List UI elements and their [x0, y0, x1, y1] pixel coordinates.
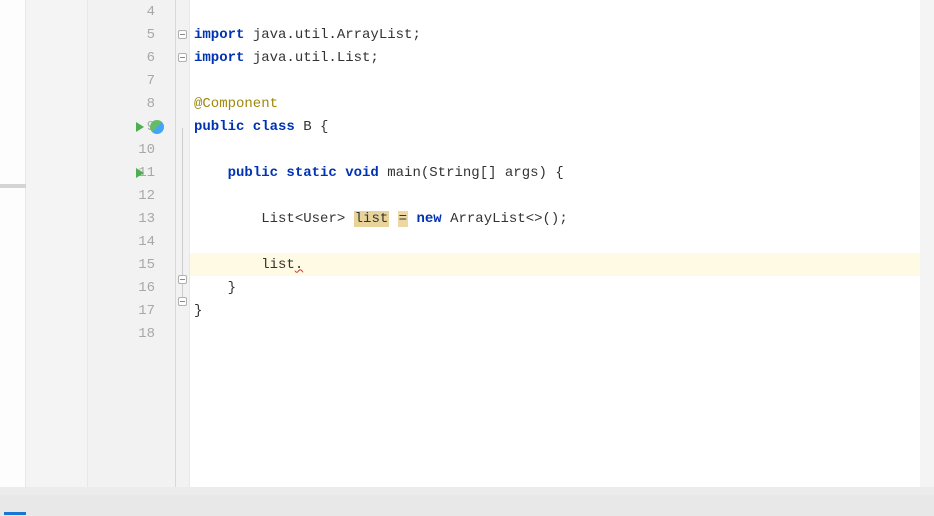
code-line-18[interactable]	[190, 322, 920, 345]
code-token: public static void	[228, 165, 388, 181]
fold-collapse-icon[interactable]	[178, 275, 187, 284]
run-main-icon[interactable]	[136, 168, 144, 178]
line-number: 13	[133, 211, 155, 227]
code-token: ArrayList	[450, 211, 526, 227]
code-token: =	[398, 211, 408, 227]
code-line-15-current[interactable]: list.	[190, 253, 920, 276]
code-token: []	[480, 165, 505, 181]
line-number: 12	[133, 188, 155, 204]
code-token: @Component	[194, 96, 278, 112]
code-line-16[interactable]: }	[190, 276, 920, 299]
line-number: 15	[133, 257, 155, 273]
code-line-4[interactable]	[190, 0, 920, 23]
code-token: User	[303, 211, 337, 227]
code-token: (	[421, 165, 429, 181]
code-token: <	[295, 211, 303, 227]
code-token: java.util.List;	[253, 50, 379, 66]
code-token: public class	[194, 119, 303, 135]
status-bar	[0, 494, 934, 516]
progress-indicator	[4, 512, 26, 515]
code-line-13[interactable]: List<User> list = new ArrayList<>();	[190, 207, 920, 230]
code-token: >	[337, 211, 354, 227]
code-token: <>();	[526, 211, 568, 227]
line-number: 16	[133, 280, 155, 296]
code-token: String	[429, 165, 479, 181]
code-line-10[interactable]	[190, 138, 920, 161]
code-line-7[interactable]	[190, 69, 920, 92]
code-token: java.util.ArrayList;	[253, 27, 421, 43]
code-token: }	[194, 303, 202, 319]
fold-area	[176, 0, 190, 494]
code-token: B	[303, 119, 320, 135]
fold-collapse-icon[interactable]	[178, 53, 187, 62]
code-area[interactable]: import java.util.ArrayList; import java.…	[190, 0, 920, 494]
run-class-icon[interactable]	[136, 122, 144, 132]
line-number: 14	[133, 234, 155, 250]
line-number: 4	[133, 4, 155, 20]
code-token: args	[505, 165, 539, 181]
code-editor[interactable]: 4 5 6 7 8 9 10 11 12 13 14 15 16 17 18 i…	[0, 0, 934, 494]
code-line-14[interactable]	[190, 230, 920, 253]
code-token: .	[295, 257, 303, 273]
code-token: }	[194, 280, 236, 296]
line-number: 6	[133, 50, 155, 66]
code-token	[408, 211, 416, 227]
code-token: list	[194, 257, 295, 273]
fold-collapse-icon[interactable]	[178, 297, 187, 306]
left-ruler	[0, 0, 26, 494]
component-class-icon[interactable]	[150, 120, 164, 134]
code-token: import	[194, 50, 253, 66]
line-number: 5	[133, 27, 155, 43]
code-token: import	[194, 27, 253, 43]
code-token: list	[354, 211, 390, 227]
code-line-5[interactable]: import java.util.ArrayList;	[190, 23, 920, 46]
ruler-marker	[0, 184, 26, 188]
line-number: 7	[133, 73, 155, 89]
code-line-8[interactable]: @Component	[190, 92, 920, 115]
horizontal-scrollbar[interactable]	[0, 487, 934, 495]
code-line-11[interactable]: public static void main(String[] args) {	[190, 161, 920, 184]
code-token: List	[261, 211, 295, 227]
line-number: 17	[133, 303, 155, 319]
code-line-17[interactable]: }	[190, 299, 920, 322]
code-token: main	[387, 165, 421, 181]
code-token: new	[416, 211, 450, 227]
fold-collapse-icon[interactable]	[178, 30, 187, 39]
code-token: ) {	[539, 165, 564, 181]
gutter: 4 5 6 7 8 9 10 11 12 13 14 15 16 17 18	[88, 0, 176, 494]
code-token	[389, 211, 397, 227]
code-line-12[interactable]	[190, 184, 920, 207]
code-line-6[interactable]: import java.util.List;	[190, 46, 920, 69]
code-token	[194, 211, 261, 227]
code-token: {	[320, 119, 328, 135]
fold-guide	[182, 174, 183, 280]
code-line-9[interactable]: public class B {	[190, 115, 920, 138]
line-number: 10	[133, 142, 155, 158]
code-token	[194, 165, 228, 181]
line-number: 8	[133, 96, 155, 112]
structure-column	[26, 0, 88, 494]
line-number: 18	[133, 326, 155, 342]
right-marker-bar	[920, 0, 934, 494]
